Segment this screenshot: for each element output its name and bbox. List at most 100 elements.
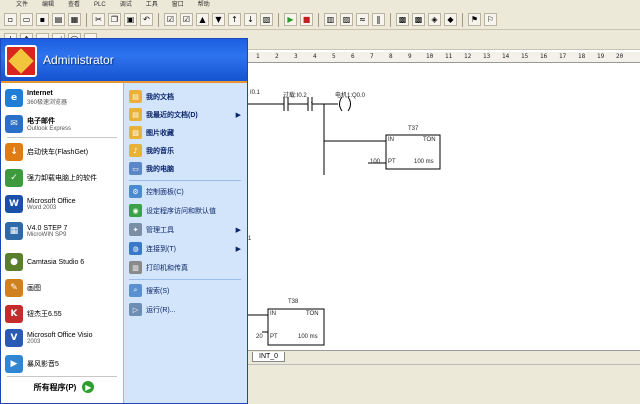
toolbar-separator <box>86 12 87 27</box>
timer-t38-ton: TON <box>306 311 319 317</box>
place-search[interactable]: ⌕ 搜索(S) <box>129 284 245 297</box>
ruler-label: 19 <box>597 53 605 60</box>
bookmark-next-icon[interactable]: ⚐ <box>484 13 497 26</box>
write-icon[interactable]: ◆ <box>444 13 457 26</box>
stop-icon[interactable]: ■ <box>300 13 313 26</box>
upload-icon[interactable]: ▲ <box>196 13 209 26</box>
search-icon: ⌕ <box>129 284 142 297</box>
program-kingsoft[interactable]: K 钮杰王6.55 <box>5 305 123 323</box>
word-icon: W <box>5 195 23 213</box>
place-my-pictures[interactable]: ▧ 图片收藏 <box>129 126 245 139</box>
compile-icon[interactable]: ☑ <box>164 13 177 26</box>
undo-icon[interactable]: ↶ <box>140 13 153 26</box>
pause-icon[interactable]: ‖ <box>372 13 385 26</box>
trend-icon[interactable]: ≈ <box>356 13 369 26</box>
save-icon[interactable]: ▪ <box>36 13 49 26</box>
place-admin-tools[interactable]: ✦ 管理工具 ▶ <box>129 223 245 236</box>
program-camtasia[interactable]: ● Camtasia Studio 6 <box>5 253 123 271</box>
ruler-label: 16 <box>540 53 548 60</box>
program-word[interactable]: W Microsoft Office Word 2003 <box>5 195 123 213</box>
place-label: 打印机和传真 <box>146 264 188 272</box>
place-control-panel[interactable]: ⚙ 控制面板(C) <box>129 185 245 198</box>
place-run[interactable]: ▷ 运行(R)... <box>129 303 245 316</box>
place-recent-documents[interactable]: ▤ 我最近的文档(D) ▶ <box>129 108 245 121</box>
run-icon[interactable]: ▶ <box>284 13 297 26</box>
program-title: 画图 <box>27 285 41 292</box>
force-icon[interactable]: ▩ <box>396 13 409 26</box>
avatar[interactable] <box>5 45 37 77</box>
chevron-right-icon: ▶ <box>235 225 241 234</box>
place-my-music[interactable]: ♪ 我的音乐 <box>129 144 245 157</box>
place-label: 连接到(T) <box>146 245 176 253</box>
program-visio[interactable]: V Microsoft Office Visio 2003 <box>5 329 123 347</box>
menu-debug[interactable]: 调试 <box>120 0 132 10</box>
program-title: V4.0 STEP 7 <box>27 224 68 232</box>
tab-int0[interactable]: INT_0 <box>252 352 286 362</box>
new-icon[interactable]: ▫ <box>4 13 17 26</box>
menu-help[interactable]: 帮助 <box>198 0 210 10</box>
program-title: Internet <box>27 90 53 97</box>
app-menubar: 文件 编辑 查看 PLC 调试 工具 窗口 帮助 <box>0 0 640 10</box>
program-title: Microsoft Office <box>27 197 76 205</box>
menu-file[interactable]: 文件 <box>16 0 28 10</box>
all-programs-button[interactable]: 所有程序(P) ▶ <box>5 379 123 395</box>
program-paint[interactable]: ✎ 画图 <box>5 279 123 297</box>
copy-icon[interactable]: ❐ <box>108 13 121 26</box>
ruler-label: 18 <box>578 53 586 60</box>
unforce-icon[interactable]: ▩ <box>412 13 425 26</box>
ruler-label: 5 <box>332 53 336 60</box>
options-icon[interactable]: ▧ <box>260 13 273 26</box>
paint-icon: ✎ <box>5 279 23 297</box>
recent-documents-icon: ▤ <box>129 108 142 121</box>
menu-view[interactable]: 查看 <box>68 0 80 10</box>
place-connect-to[interactable]: ◍ 连接到(T) ▶ <box>129 242 245 255</box>
print-icon[interactable]: ▤ <box>52 13 65 26</box>
arrow-right-icon: ▶ <box>82 381 95 393</box>
menu-plc[interactable]: PLC <box>94 0 106 10</box>
printer-icon: ▥ <box>129 261 142 274</box>
cut-icon[interactable]: ✂ <box>92 13 105 26</box>
program-uninstaller[interactable]: ✓ 强力卸载电脑上的软件 <box>5 169 123 187</box>
status-bar <box>248 364 640 404</box>
start-menu-header: Administrator <box>1 39 247 83</box>
place-printers[interactable]: ▥ 打印机和传真 <box>129 261 245 274</box>
monitor-icon[interactable]: ▥ <box>324 13 337 26</box>
open-icon[interactable]: ▭ <box>20 13 33 26</box>
place-default-programs[interactable]: ◉ 设定程序访问和默认值 <box>129 204 245 217</box>
print-preview-icon[interactable]: ▦ <box>68 13 81 26</box>
place-my-computer[interactable]: ▭ 我的电脑 <box>129 162 245 175</box>
program-email[interactable]: ✉ 电子邮件 Outlook Express <box>5 115 123 133</box>
paste-icon[interactable]: ▣ <box>124 13 137 26</box>
status-icon[interactable]: ▨ <box>340 13 353 26</box>
sort-desc-icon[interactable]: ↓ <box>244 13 257 26</box>
program-baofeng[interactable]: ▶ 暴风影音5 <box>5 355 123 373</box>
admin-tools-icon: ✦ <box>129 223 142 236</box>
ruler-label: 8 <box>389 53 393 60</box>
place-label: 我的文档 <box>146 93 174 101</box>
coil-q00-label: 电机1:Q0.0 <box>335 93 366 99</box>
menu-edit[interactable]: 编辑 <box>42 0 54 10</box>
download-icon[interactable]: ▼ <box>212 13 225 26</box>
ladder-diagram <box>248 96 441 346</box>
program-title: 启动快车(FlashGet) <box>27 149 89 156</box>
ruler-label: 17 <box>559 53 567 60</box>
ruler-label: 9 <box>408 53 412 60</box>
program-flashget[interactable]: ↓ 启动快车(FlashGet) <box>5 143 123 161</box>
all-programs-label: 所有程序(P) <box>33 382 77 392</box>
menu-window[interactable]: 窗口 <box>172 0 184 10</box>
compile-all-icon[interactable]: ☑ <box>180 13 193 26</box>
connect-icon: ◍ <box>129 242 142 255</box>
divider <box>7 376 117 377</box>
coil-q00 <box>347 96 351 112</box>
place-label: 控制面板(C) <box>146 188 184 196</box>
sort-asc-icon[interactable]: ↑ <box>228 13 241 26</box>
program-internet[interactable]: e Internet 360极速浏览器 <box>5 89 123 107</box>
menu-tools[interactable]: 工具 <box>146 0 158 10</box>
read-icon[interactable]: ◈ <box>428 13 441 26</box>
place-my-documents[interactable]: ▤ 我的文档 <box>129 90 245 103</box>
chevron-right-icon: ▶ <box>235 244 241 253</box>
bookmark-icon[interactable]: ⚑ <box>468 13 481 26</box>
program-step7[interactable]: ▦ V4.0 STEP 7 MicroWIN SP9 <box>5 222 123 240</box>
step7-icon: ▦ <box>5 222 23 240</box>
user-name: Administrator <box>43 53 114 67</box>
